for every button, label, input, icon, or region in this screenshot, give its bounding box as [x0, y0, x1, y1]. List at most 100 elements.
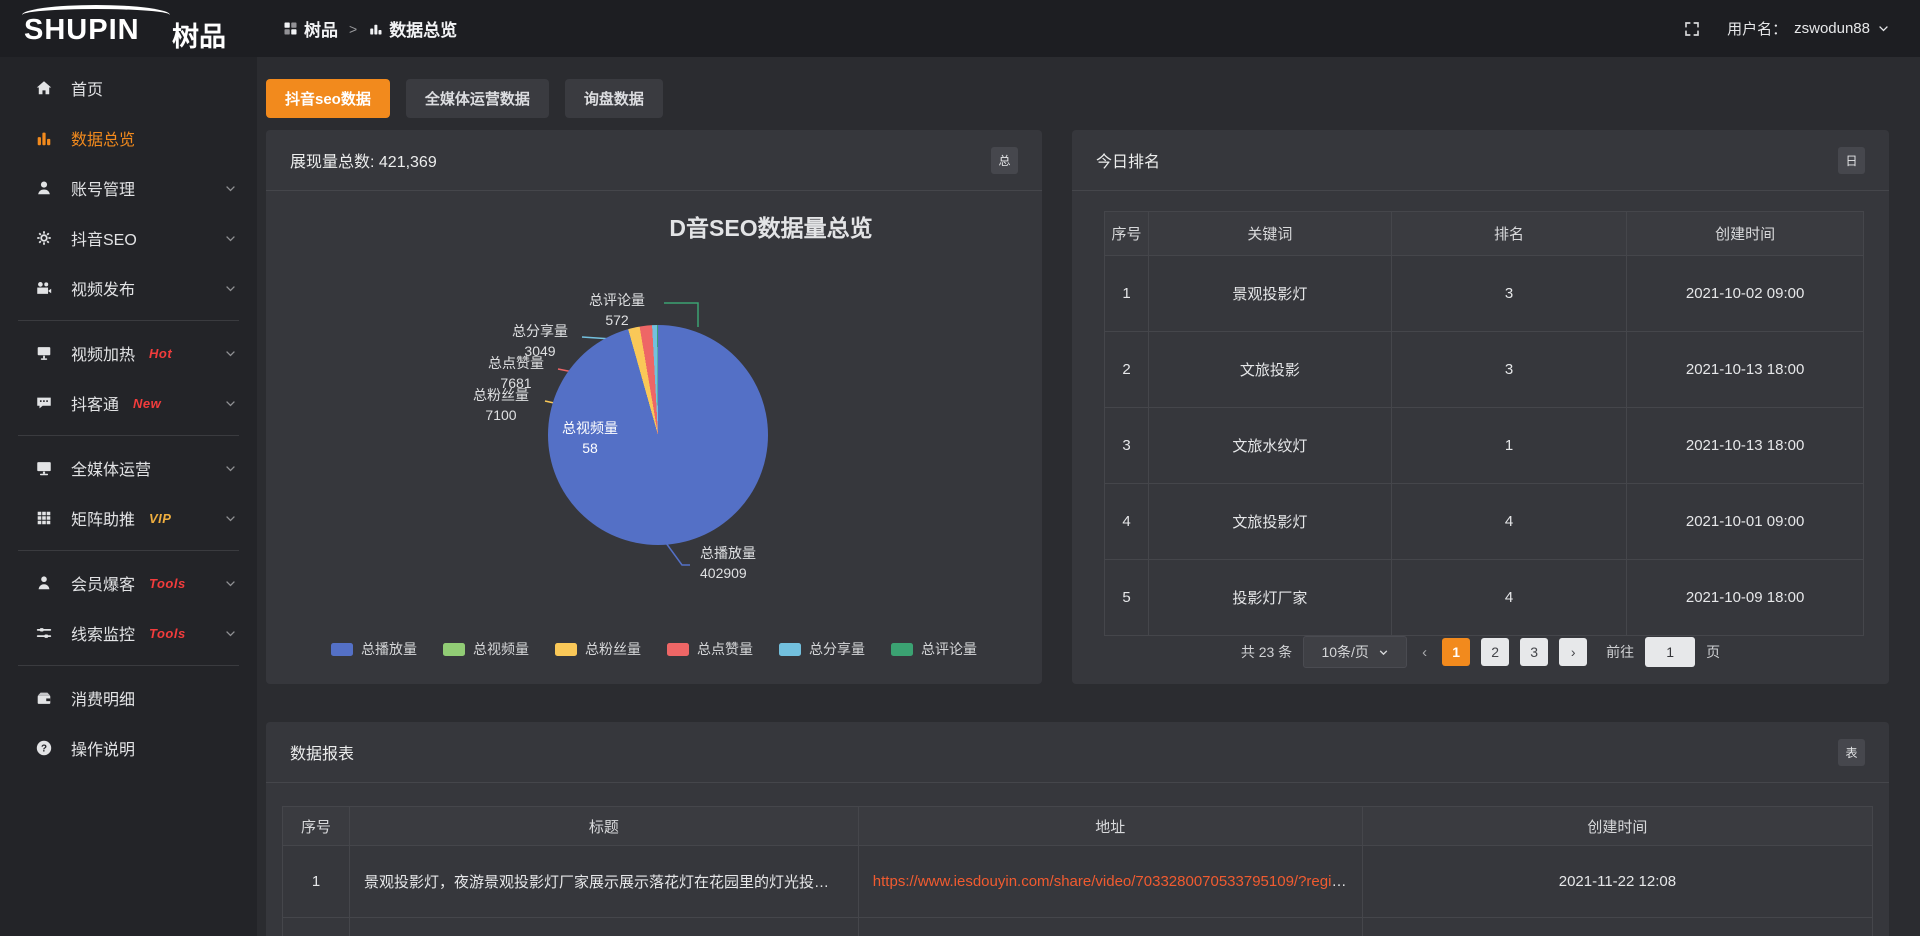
sidebar-item-label: 首页 [71, 76, 103, 100]
ranking-table: 序号 关键词 排名 创建时间 1景观投影灯32021-10-02 09:00 2… [1104, 211, 1864, 636]
sidebar-item-label: 账号管理 [71, 176, 135, 200]
report-title: 数据报表 [290, 740, 354, 764]
table-row-partial [283, 918, 1873, 936]
tab-media-ops-data[interactable]: 全媒体运营数据 [406, 79, 549, 118]
sidebar-item-help[interactable]: ? 操作说明 [0, 723, 257, 773]
legend-item-comments[interactable]: 总评论量 [891, 639, 977, 659]
breadcrumb-current-label: 数据总览 [389, 16, 457, 41]
app-screen: SHUPIN 树品 树品 > 数据总览 用户名：zswo [0, 0, 1920, 936]
user-label: 用户名： [1727, 18, 1787, 39]
sidebar-item-video-heat[interactable]: 视频加热 Hot [0, 328, 257, 378]
chevron-down-icon [224, 347, 237, 360]
new-badge: New [133, 396, 161, 411]
sidebar-item-label: 抖客通 [71, 391, 119, 415]
goto-page-input[interactable] [1645, 637, 1695, 667]
tab-inquiry-data[interactable]: 询盘数据 [565, 79, 663, 118]
sidebar-item-video-publish[interactable]: 视频发布 [0, 263, 257, 313]
sidebar-item-doukertong[interactable]: 抖客通 New [0, 378, 257, 428]
sidebar-divider [18, 435, 239, 436]
page-button-1[interactable]: 1 [1442, 638, 1470, 666]
table-badge-button[interactable]: 表 [1838, 739, 1865, 766]
chevron-down-icon [224, 282, 237, 295]
bar-chart-icon [368, 21, 383, 36]
sidebar-item-label: 矩阵助推 [71, 506, 135, 530]
table-row: 4文旅投影灯42021-10-01 09:00 [1105, 484, 1864, 560]
goto-label: 前往 [1606, 642, 1634, 662]
sidebar-divider [18, 550, 239, 551]
chart-legend: 总播放量 总视频量 总粉丝量 总点赞量 总分享量 总评论量 [266, 639, 1042, 659]
sidebar-item-leads-monitor[interactable]: 线索监控 Tools [0, 608, 257, 658]
video-url-link[interactable]: https://www.iesdouyin.com/share/video/70… [873, 873, 1353, 890]
pie-chart: D音SEO数据量总览 总评论量572 总分享量3049 总点赞量7681 [266, 191, 1042, 684]
chevron-down-icon [1378, 647, 1389, 658]
vip-badge: VIP [149, 511, 171, 526]
legend-item-shares[interactable]: 总分享量 [779, 639, 865, 659]
legend-swatch [555, 643, 577, 656]
sidebar-item-douyin-seo[interactable]: 抖音SEO [0, 213, 257, 263]
chevron-down-icon [224, 397, 237, 410]
sidebar-item-label: 视频发布 [71, 276, 135, 300]
app-logo[interactable]: SHUPIN 树品 [0, 0, 257, 57]
ranking-title: 今日排名 [1096, 148, 1160, 172]
sidebar-item-label: 抖音SEO [71, 226, 137, 250]
home-icon [34, 78, 54, 98]
user-menu[interactable]: 用户名：zswodun88 [1727, 18, 1890, 39]
prev-page-button[interactable]: ‹ [1418, 644, 1431, 661]
wallet-icon [34, 688, 54, 708]
page-button-3[interactable]: 3 [1520, 638, 1548, 666]
chevron-down-icon [224, 462, 237, 475]
sidebar-item-account[interactable]: 账号管理 [0, 163, 257, 213]
table-row: 2文旅投影32021-10-13 18:00 [1105, 332, 1864, 408]
sidebar-item-matrix-boost[interactable]: 矩阵助推 VIP [0, 493, 257, 543]
legend-swatch [891, 643, 913, 656]
fullscreen-icon[interactable] [1683, 20, 1701, 38]
callout-comments: 总评论量572 [589, 290, 645, 330]
table-row: 1 景观投影灯，夜游景观投影灯厂家展示展示落花灯在花园里的灯光投影应用效果 # … [283, 846, 1873, 918]
legend-item-plays[interactable]: 总播放量 [331, 639, 417, 659]
sidebar-item-label: 视频加热 [71, 341, 135, 365]
tab-douyin-seo-data[interactable]: 抖音seo数据 [266, 79, 390, 118]
callout-plays: 总播放量402909 [700, 543, 756, 583]
callout-videos: 总视频量58 [562, 418, 618, 458]
sidebar-item-data-overview[interactable]: 数据总览 [0, 113, 257, 163]
sidebar-item-label: 操作说明 [71, 736, 135, 760]
today-ranking-card: 今日排名 日 序号 关键词 排名 创建时间 [1072, 130, 1889, 684]
video-camera-icon [34, 278, 54, 298]
sidebar-item-member-burst[interactable]: 会员爆客 Tools [0, 558, 257, 608]
col-title: 标题 [350, 807, 859, 846]
goto-unit: 页 [1706, 642, 1720, 662]
next-page-button[interactable]: › [1559, 638, 1587, 666]
sidebar-item-label: 数据总览 [71, 126, 135, 150]
legend-swatch [779, 643, 801, 656]
table-header-row: 序号 标题 地址 创建时间 [283, 807, 1873, 846]
page-size-select[interactable]: 10条/页 [1303, 636, 1407, 668]
person-icon [34, 573, 54, 593]
breadcrumb-current[interactable]: 数据总览 [368, 16, 457, 41]
breadcrumb-root[interactable]: 树品 [283, 16, 338, 41]
breadcrumb-root-label: 树品 [304, 16, 338, 41]
gear-icon [34, 228, 54, 248]
grid-icon [34, 508, 54, 528]
col-created: 创建时间 [1362, 807, 1872, 846]
legend-item-likes[interactable]: 总点赞量 [667, 639, 753, 659]
sidebar-item-media-ops[interactable]: 全媒体运营 [0, 443, 257, 493]
callout-fans: 总粉丝量7100 [473, 385, 529, 425]
table-row: 1景观投影灯32021-10-02 09:00 [1105, 256, 1864, 332]
svg-text:?: ? [41, 744, 47, 755]
day-badge-button[interactable]: 日 [1838, 147, 1865, 174]
sidebar-item-home[interactable]: 首页 [0, 63, 257, 113]
page-button-2[interactable]: 2 [1481, 638, 1509, 666]
legend-item-videos[interactable]: 总视频量 [443, 639, 529, 659]
sidebar-item-spending-detail[interactable]: 消费明细 [0, 673, 257, 723]
impressions-chart-card: 展现量总数: 421,369 总 D音SEO数据量总览 总评论量572 总分 [266, 130, 1042, 684]
col-no: 序号 [283, 807, 350, 846]
tools-badge: Tools [149, 626, 186, 641]
col-no: 序号 [1105, 212, 1149, 256]
chart-title: D音SEO数据量总览 [669, 209, 872, 243]
total-badge-button[interactable]: 总 [991, 147, 1018, 174]
legend-item-fans[interactable]: 总粉丝量 [555, 639, 641, 659]
tools-badge: Tools [149, 576, 186, 591]
chevron-down-icon [224, 512, 237, 525]
question-circle-icon: ? [34, 738, 54, 758]
screen-icon [34, 343, 54, 363]
